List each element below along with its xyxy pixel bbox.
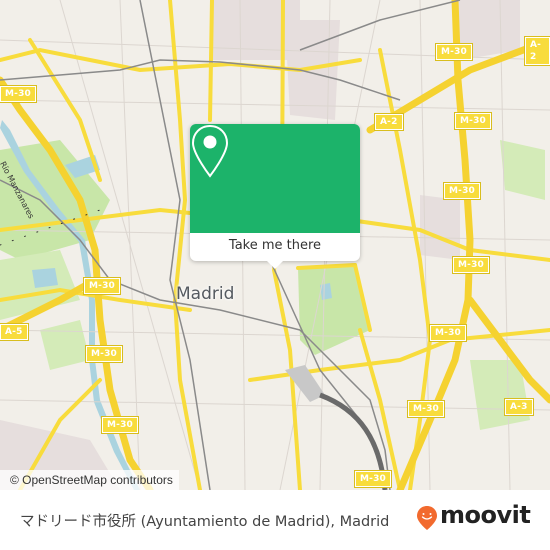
park (500, 140, 545, 200)
take-me-there-button[interactable]: Take me there (190, 233, 360, 261)
road-shield-m30: M-30 (0, 85, 38, 103)
road-shield-m30: M-30 (406, 400, 446, 418)
road-shield-m30: M-30 (451, 256, 491, 274)
location-pin-icon (191, 124, 229, 178)
urban-area (420, 195, 460, 260)
location-popup: Take me there (190, 124, 360, 269)
road-shield-m30: M-30 (442, 182, 482, 200)
osm-attribution[interactable]: © OpenStreetMap contributors (0, 470, 179, 490)
map-view[interactable]: Río Manzanares Madrid M-30 M-30 A-2 A-2 … (0, 0, 550, 490)
road-shield-m30: M-30 (100, 416, 140, 434)
road-shield-a5: A-5 (0, 323, 29, 341)
moovit-logo-icon (417, 506, 437, 530)
road-shield-m30: M-30 (434, 43, 474, 61)
popup-pointer (266, 260, 284, 269)
road-shield-m30: M-30 (428, 324, 468, 342)
city-label: Madrid (176, 284, 235, 304)
road-shield-m30: M-30 (84, 345, 124, 363)
road-shield-m30: M-30 (82, 277, 122, 295)
road-shield-a2: A-2 (524, 36, 550, 66)
lake (32, 268, 58, 288)
popup-header (190, 124, 360, 233)
place-name: マドリード市役所 (Ayuntamiento de Madrid), Madri… (20, 514, 390, 530)
road-shield-a2: A-2 (374, 113, 404, 131)
moovit-brand[interactable]: moovit (440, 501, 531, 529)
park (40, 320, 90, 370)
road-shield-m30: M-30 (353, 470, 393, 488)
road-shield-a3: A-3 (504, 398, 534, 416)
road-shield-m30: M-30 (453, 112, 493, 130)
